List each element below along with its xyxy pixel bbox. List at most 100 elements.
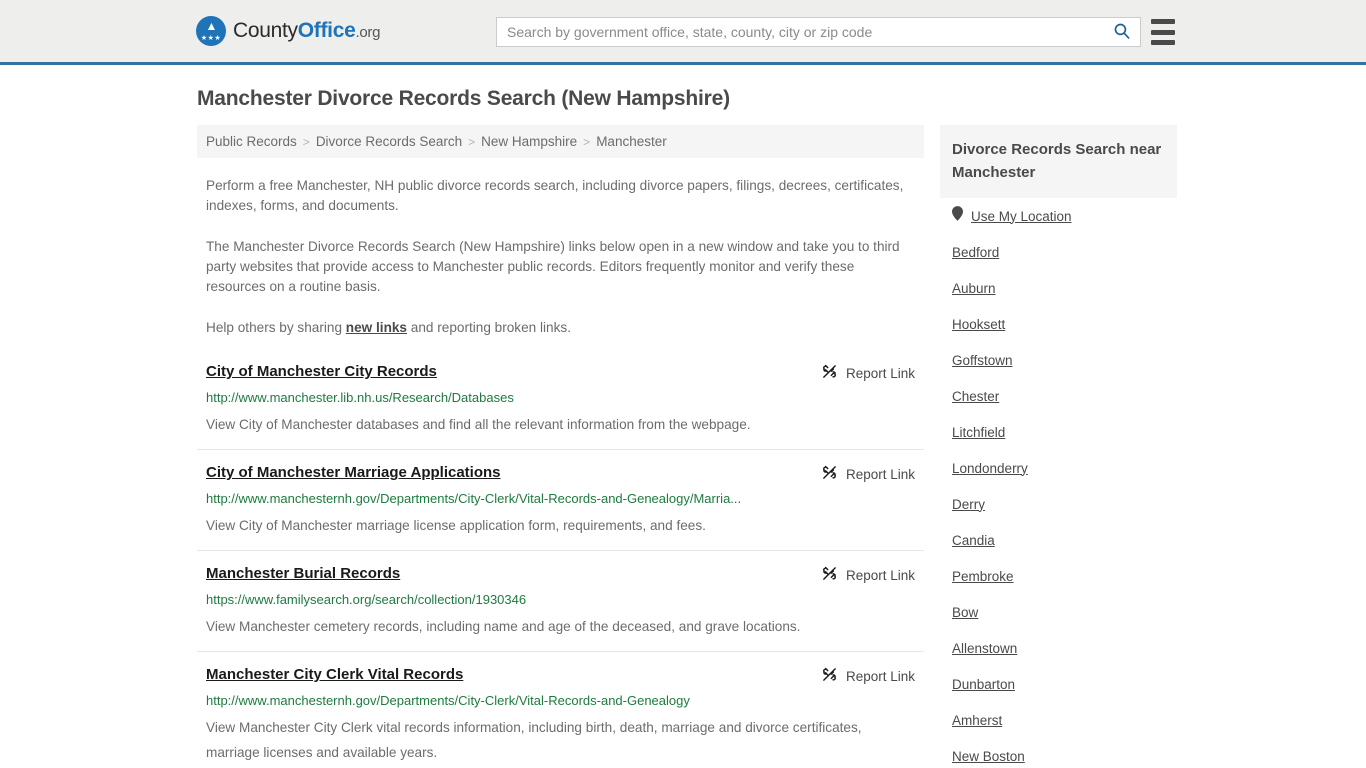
breadcrumb-separator: >	[583, 134, 591, 149]
sidebar-item-city[interactable]: Londonderry	[952, 450, 1165, 486]
city-link[interactable]: Chester	[952, 389, 999, 404]
breadcrumb-item-1[interactable]: Divorce Records Search	[316, 134, 462, 149]
intro-p3-before: Help others by sharing	[206, 320, 346, 335]
sidebar-city-list: Use My Location Bedford Auburn Hooksett …	[940, 198, 1177, 768]
page-title: Manchester Divorce Records Search (New H…	[197, 87, 730, 110]
breadcrumb-item-2[interactable]: New Hampshire	[481, 134, 577, 149]
report-link-button[interactable]: Report Link	[805, 363, 915, 383]
content-columns: Public Records > Divorce Records Search …	[197, 125, 1197, 768]
report-link-button[interactable]: Report Link	[805, 565, 915, 585]
result-description: View Manchester City Clerk vital records…	[206, 720, 862, 760]
site-header: ▲ ★★★ CountyOffice.org	[0, 0, 1366, 65]
report-link-label: Report Link	[845, 466, 915, 482]
result-item: Manchester City Clerk Vital Records Repo…	[197, 665, 924, 768]
intro-section: Perform a free Manchester, NH public div…	[197, 176, 924, 338]
result-description: View Manchester cemetery records, includ…	[206, 619, 801, 634]
site-logo-link[interactable]: ▲ ★★★ CountyOffice.org	[196, 16, 380, 46]
new-links-link[interactable]: new links	[346, 320, 407, 335]
result-item: Manchester Burial Records Report Link ht…	[197, 564, 924, 652]
sidebar-item-city[interactable]: Derry	[952, 486, 1165, 522]
search-input[interactable]	[497, 18, 1102, 46]
sidebar-item-city[interactable]: Hooksett	[952, 306, 1165, 342]
result-title-link[interactable]: City of Manchester Marriage Applications	[206, 463, 501, 483]
sidebar-item-city[interactable]: Bedford	[952, 234, 1165, 270]
city-link[interactable]: Allenstown	[952, 641, 1017, 656]
brand-part-office: Office	[297, 19, 356, 42]
sidebar-item-city[interactable]: Pembroke	[952, 558, 1165, 594]
result-url-link[interactable]: http://www.manchesternh.gov/Departments/…	[206, 490, 915, 508]
sidebar-item-city[interactable]: Auburn	[952, 270, 1165, 306]
sidebar-item-city[interactable]: Dunbarton	[952, 666, 1165, 702]
city-link[interactable]: Bedford	[952, 245, 999, 260]
brand-wordmark: CountyOffice.org	[233, 19, 380, 43]
city-link[interactable]: Candia	[952, 533, 995, 548]
city-link[interactable]: Bow	[952, 605, 978, 620]
report-link-label: Report Link	[845, 365, 915, 381]
intro-paragraph-2: The Manchester Divorce Records Search (N…	[206, 239, 900, 294]
city-link[interactable]: Goffstown	[952, 353, 1013, 368]
sidebar-item-city[interactable]: New Boston	[952, 738, 1165, 768]
brand-part-county: County	[233, 19, 298, 42]
hamburger-menu-button[interactable]	[1151, 19, 1175, 45]
city-link[interactable]: Hooksett	[952, 317, 1005, 332]
result-title-link[interactable]: Manchester City Clerk Vital Records	[206, 665, 463, 685]
sidebar-item-city[interactable]: Chester	[952, 378, 1165, 414]
sidebar-item-city[interactable]: Amherst	[952, 702, 1165, 738]
page-content: Manchester Divorce Records Search (New H…	[0, 87, 1366, 768]
report-link-button[interactable]: Report Link	[805, 464, 915, 484]
sidebar-item-city[interactable]: Allenstown	[952, 630, 1165, 666]
city-link[interactable]: Londonderry	[952, 461, 1028, 476]
report-link-label: Report Link	[845, 567, 915, 583]
search-button[interactable]	[1102, 18, 1140, 46]
result-item: City of Manchester City Records Report L…	[197, 362, 924, 450]
city-link[interactable]: Pembroke	[952, 569, 1014, 584]
result-item: City of Manchester Marriage Applications	[197, 463, 924, 551]
menu-bar-3	[1151, 40, 1175, 45]
result-url-link[interactable]: http://www.manchester.lib.nh.us/Research…	[206, 389, 915, 407]
report-link-button[interactable]: Report Link	[805, 666, 915, 686]
city-link[interactable]: Auburn	[952, 281, 996, 296]
result-title-link[interactable]: City of Manchester City Records	[206, 362, 437, 382]
broken-link-icon	[821, 363, 838, 383]
result-url-link[interactable]: http://www.manchesternh.gov/Departments/…	[206, 692, 915, 710]
menu-bar-1	[1151, 19, 1175, 24]
sidebar-item-city[interactable]: Bow	[952, 594, 1165, 630]
result-header: Manchester Burial Records Report Link	[206, 564, 915, 585]
sidebar-heading: Divorce Records Search near Manchester	[940, 125, 1177, 198]
main-column: Public Records > Divorce Records Search …	[197, 125, 924, 768]
breadcrumb-separator: >	[302, 134, 310, 149]
result-description: View City of Manchester marriage license…	[206, 518, 706, 533]
brand-part-org: .org	[355, 24, 381, 41]
result-header: City of Manchester Marriage Applications	[206, 463, 915, 484]
countyoffice-emblem-icon: ▲ ★★★	[196, 16, 226, 46]
breadcrumb-separator: >	[468, 134, 476, 149]
city-link[interactable]: Litchfield	[952, 425, 1005, 440]
sidebar-item-use-my-location[interactable]: Use My Location	[952, 198, 1165, 234]
intro-paragraph-3: Help others by sharing new links and rep…	[206, 318, 915, 338]
result-header: City of Manchester City Records Report L…	[206, 362, 915, 383]
search-bar	[496, 17, 1141, 47]
city-link[interactable]: Dunbarton	[952, 677, 1015, 692]
intro-paragraph-1: Perform a free Manchester, NH public div…	[206, 178, 904, 213]
broken-link-icon	[821, 666, 838, 686]
report-link-label: Report Link	[845, 668, 915, 684]
result-url-link[interactable]: https://www.familysearch.org/search/coll…	[206, 591, 915, 609]
city-link[interactable]: Derry	[952, 497, 985, 512]
breadcrumb-item-current: Manchester	[596, 134, 667, 149]
breadcrumb: Public Records > Divorce Records Search …	[197, 125, 924, 158]
city-link[interactable]: New Boston	[952, 749, 1025, 764]
use-my-location-link[interactable]: Use My Location	[971, 209, 1072, 224]
broken-link-icon	[821, 464, 838, 484]
map-pin-icon	[952, 206, 963, 226]
sidebar-item-city[interactable]: Litchfield	[952, 414, 1165, 450]
sidebar: Divorce Records Search near Manchester U…	[940, 125, 1177, 768]
result-description: View City of Manchester databases and fi…	[206, 417, 751, 432]
sidebar-item-city[interactable]: Candia	[952, 522, 1165, 558]
search-icon	[1113, 22, 1130, 42]
city-link[interactable]: Amherst	[952, 713, 1002, 728]
breadcrumb-item-0[interactable]: Public Records	[206, 134, 297, 149]
menu-bar-2	[1151, 29, 1175, 35]
result-title-link[interactable]: Manchester Burial Records	[206, 564, 400, 584]
results-list: City of Manchester City Records Report L…	[197, 362, 924, 768]
sidebar-item-city[interactable]: Goffstown	[952, 342, 1165, 378]
